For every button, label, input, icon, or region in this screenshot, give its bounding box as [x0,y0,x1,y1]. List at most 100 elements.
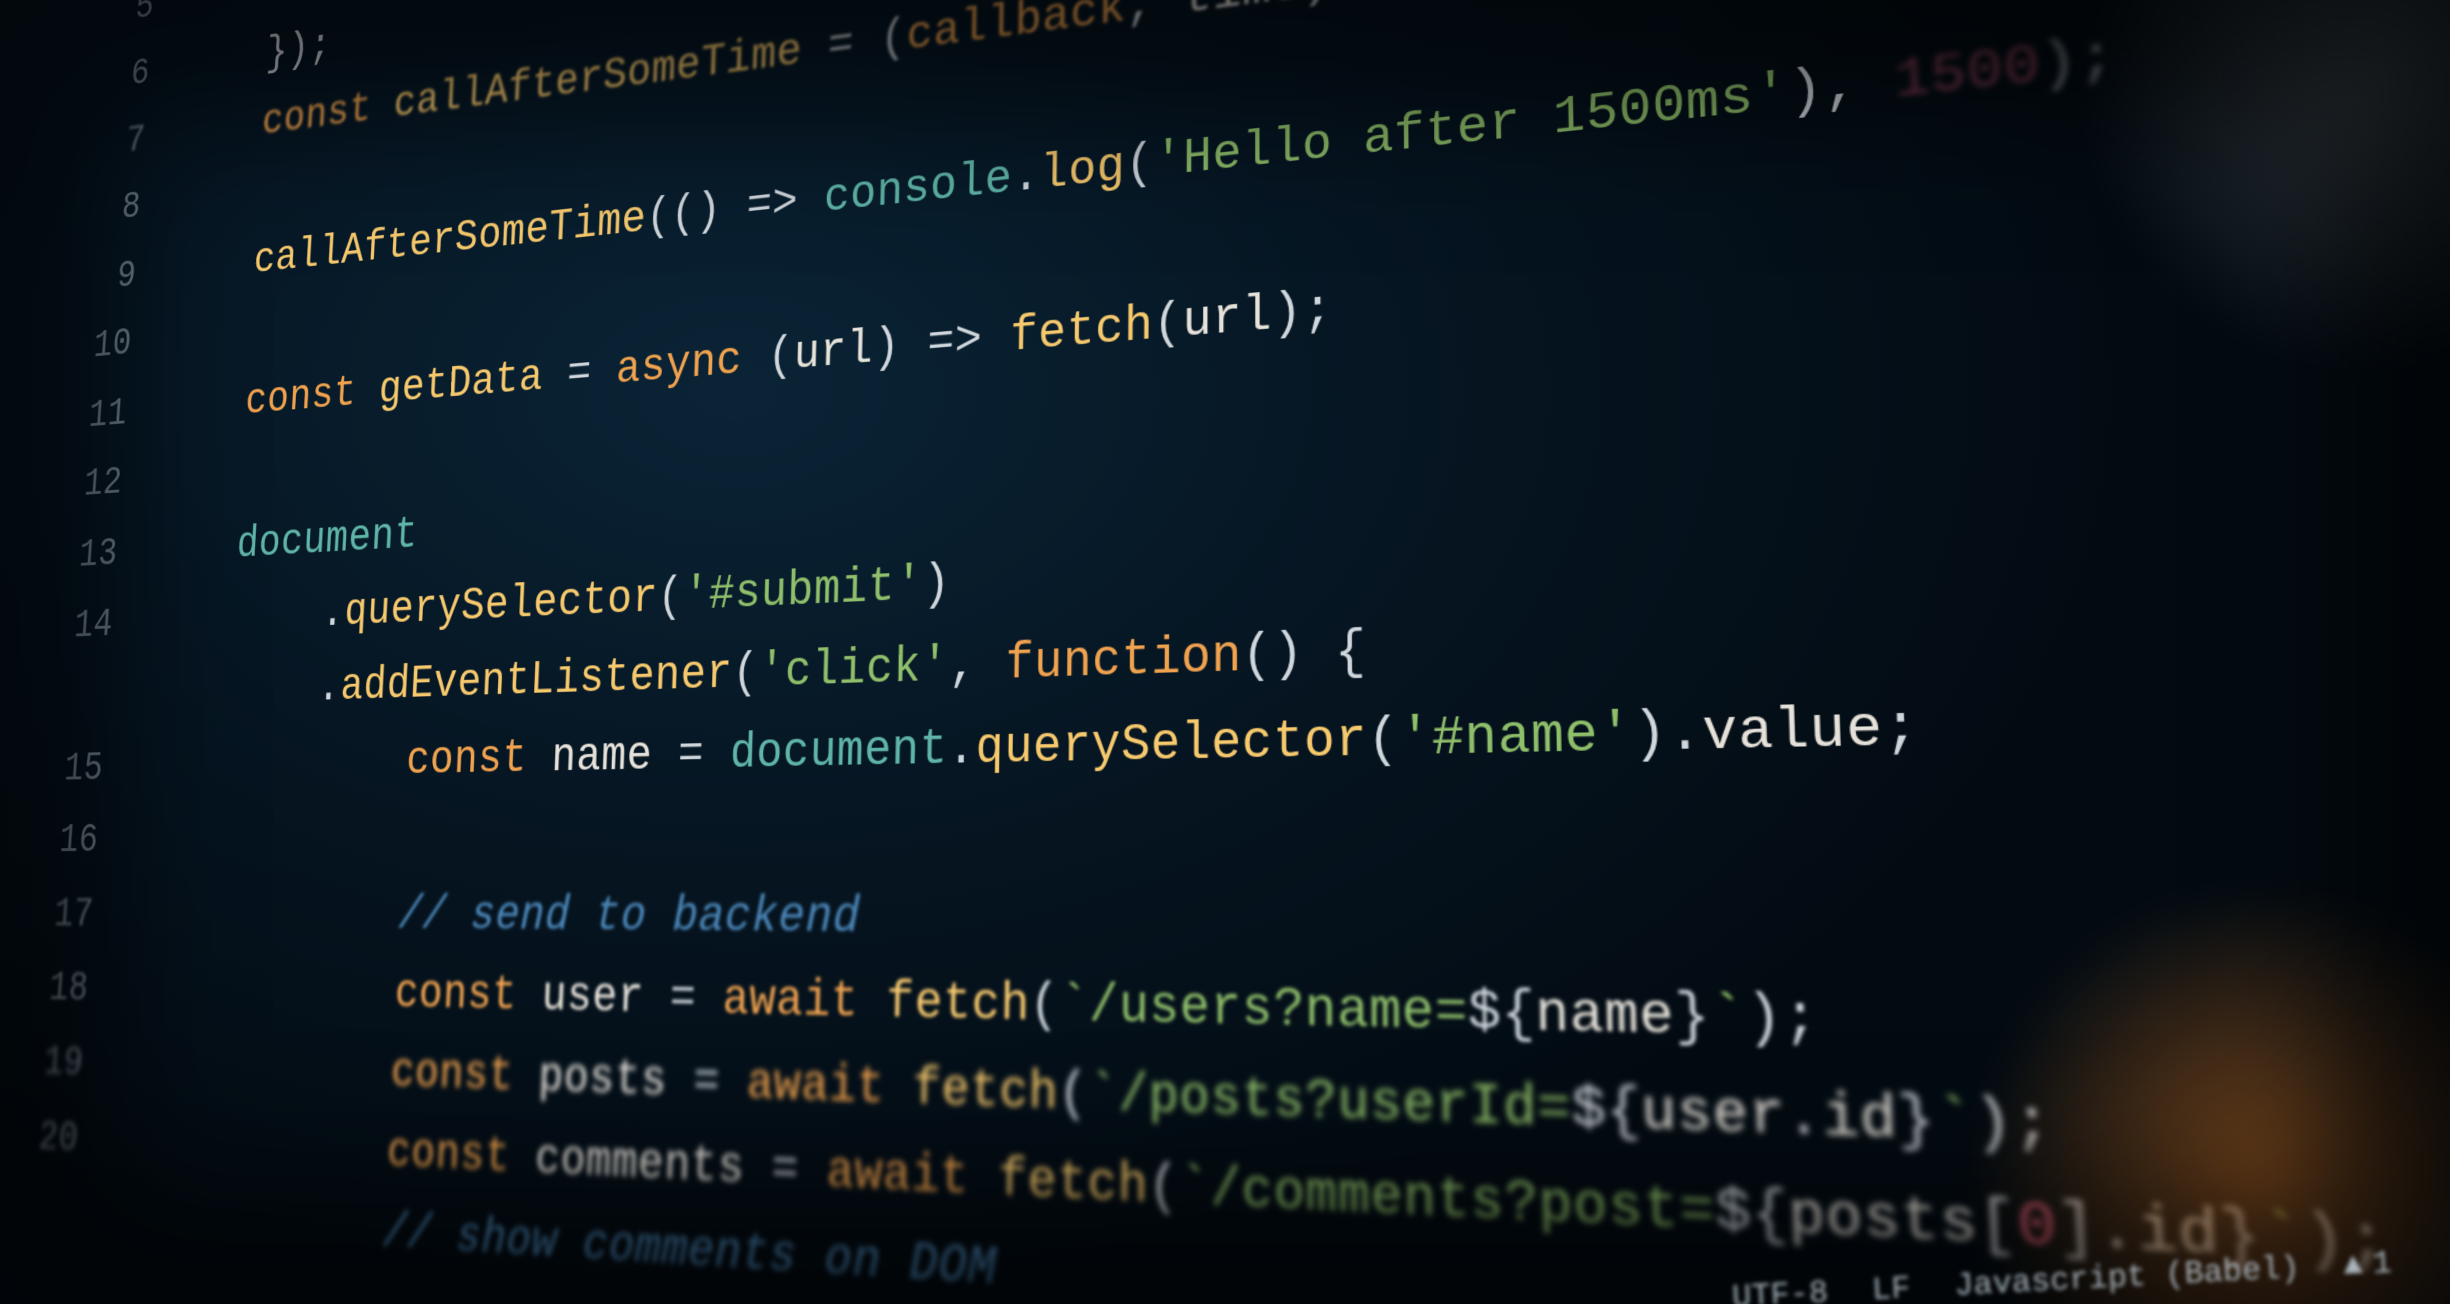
code-token: ); [2039,27,2117,98]
code-token: log [1040,139,1126,203]
code-token: value [1702,697,1884,765]
code-token: . [320,587,346,639]
code-token: fetch [1010,297,1154,365]
code-token: ` [1934,1088,1975,1158]
code-tokens: document [235,497,420,581]
code-token: => [746,176,799,234]
code-token: user [541,969,645,1027]
code-token: ( [880,11,908,66]
code-token: ${ [1468,982,1536,1047]
status-language[interactable]: Javascript (Babel) [1953,1249,2300,1304]
code-token: 1500 [1893,35,2042,112]
code-token: ( [1153,295,1183,354]
code-token: const [244,366,380,426]
code-token: const [390,1045,540,1105]
code-token: posts [1787,1182,1979,1260]
code-token: posts [537,1049,668,1109]
line-number: 8 [74,168,175,247]
code-token: }); [265,21,333,77]
code-token: = [801,15,880,77]
code-token: ${ [1571,1078,1642,1146]
code-token: url [1182,287,1272,351]
code-token: fetch [912,1060,1058,1125]
code-token: async [615,331,768,396]
code-token: ${ [1714,1179,1789,1250]
code-token: ) [1301,0,1331,12]
code-token: ( [1367,709,1400,771]
code-token: id [1821,1085,1898,1156]
line-number: 9 [70,237,171,316]
code-token: = [666,1053,748,1113]
code-token: ( [732,646,760,702]
code-token: . [316,662,342,714]
code-token: // send to backend [398,889,861,947]
code-token: () { [1242,622,1367,686]
line-number: 16 [30,803,134,877]
code-token: console [823,151,1012,225]
code-token: , [948,636,1005,695]
code-token: = [542,345,617,403]
line-number: 15 [35,731,139,805]
code-token: url [793,322,874,382]
editor-surface[interactable]: 4 resolve(true); 5 }, time); 6 }); 7 con… [4,0,2450,1304]
code-token: const [386,1125,536,1187]
code-token: => [900,310,1011,374]
code-token: const [261,81,395,146]
code-token: DOM [909,1234,997,1300]
code-token: await [746,1055,913,1119]
code-token: . [1667,702,1704,766]
line-number: 19 [14,1024,119,1102]
code-token: user [1641,1080,1787,1151]
code-token: ); [1272,281,1333,343]
code-token: querySelector [343,571,658,638]
code-token: await [722,971,887,1032]
code-token: ) [873,320,901,376]
code-token: ( [1058,1064,1088,1126]
code-token: '#submit' [682,558,923,624]
code-token: document [729,721,948,782]
editor-scene: 4 resolve(true); 5 }, time); 6 }); 7 con… [0,0,2450,1304]
code-token: = [744,1140,828,1202]
code-token: = [643,970,724,1028]
code-token: 'click' [758,638,950,700]
code-token: ( [657,570,684,625]
code-token: `/users?name= [1059,976,1469,1045]
code-token: const [405,731,552,787]
code-token: name [550,729,653,785]
line-number: 11 [60,375,162,453]
status-line-ending[interactable]: LF [1871,1270,1911,1304]
line-number: 10 [65,305,167,383]
code-token: // show comments on [382,1205,910,1294]
code-token: '#name' [1399,704,1633,771]
code-token: getData [378,351,544,415]
line-number: 17 [25,878,130,952]
code-token: ( [767,329,795,384]
code-token: fetch [998,1150,1149,1218]
code-token: } [1674,985,1711,1051]
code-token: ( [1148,1156,1179,1220]
code-token: ` [1709,985,1747,1052]
code-token: . [1012,148,1041,205]
code-token: `/posts?userId= [1088,1065,1572,1144]
status-warnings[interactable]: ▲1 [2342,1245,2392,1284]
line-number: 12 [55,444,157,521]
code-token: . [947,720,976,778]
code-token: ) [1788,60,1825,124]
code-token: addEventListener [339,647,733,713]
code-token: ) [1632,703,1668,767]
code-token: querySelector [975,710,1367,777]
code-token: = [651,727,731,784]
code-token: ; [1882,696,1922,762]
code-token: ( [1029,976,1059,1036]
line-number: 14 [45,587,148,663]
code-token: time [1184,0,1302,27]
code-token: function [1005,627,1242,693]
code-token: fetch [886,974,1030,1036]
code-token: await [826,1143,999,1211]
code-token: } [1896,1087,1937,1157]
status-encoding[interactable]: UTF-8 [1731,1274,1829,1304]
line-number [42,705,141,708]
code-token: , [1823,52,1896,120]
code-token: ); [1973,1089,2054,1161]
line-number: 13 [50,516,153,592]
